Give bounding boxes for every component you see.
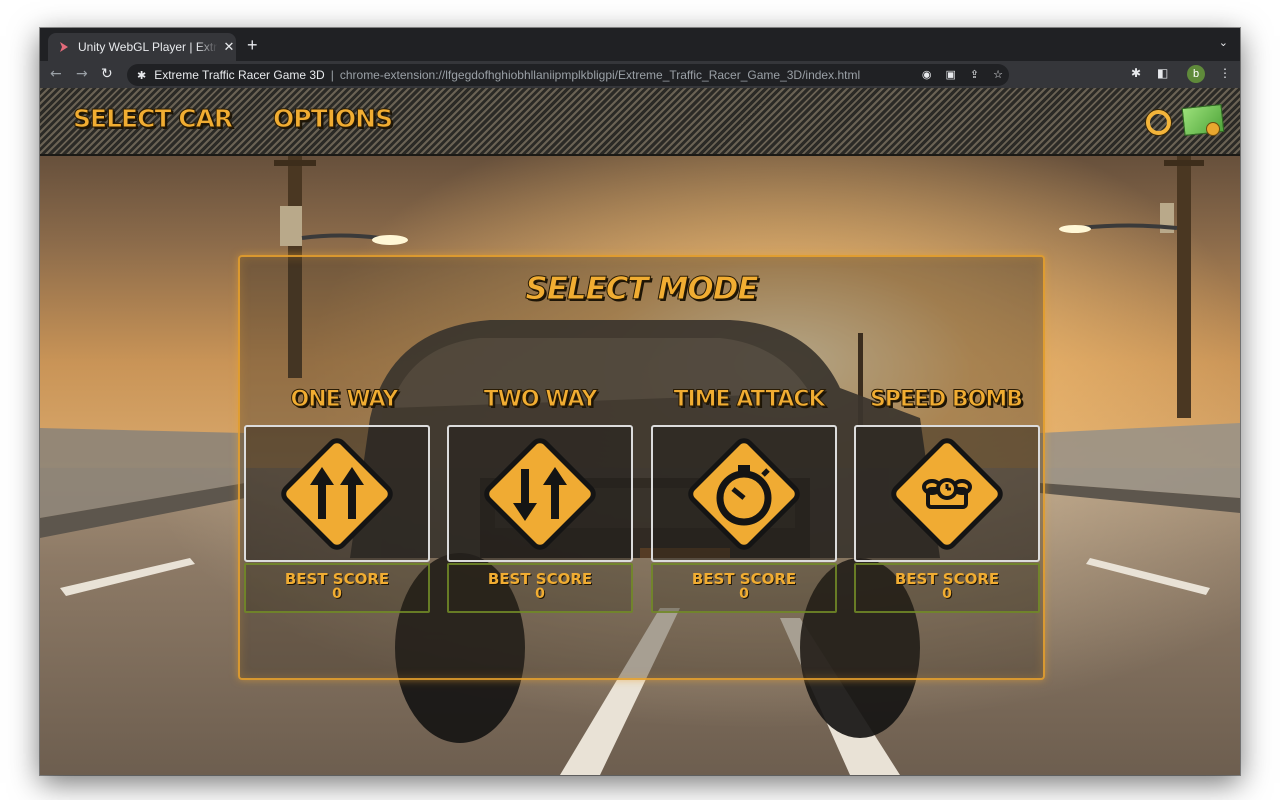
best-score-speed-bomb: BEST SCORE 0	[854, 563, 1040, 613]
camera-blocked-icon[interactable]: ◉	[922, 68, 932, 81]
best-score-value: 0	[535, 586, 545, 602]
best-score-two-way: BEST SCORE 0	[447, 563, 633, 613]
tab-search-chevron-icon[interactable]: ⌄	[1219, 36, 1228, 49]
mode-label-two-way: TWO WAY	[483, 387, 598, 413]
address-bar-actions: ◉ ▣ ⇪ ☆	[922, 68, 1003, 81]
profile-avatar[interactable]: b	[1187, 65, 1205, 83]
browser-toolbar: ← → ↻ ✱ Extreme Traffic Racer Game 3D | …	[40, 61, 1240, 88]
bookmark-star-icon[interactable]: ☆	[993, 68, 1003, 81]
mode-card-one-way[interactable]	[244, 425, 430, 562]
mode-card-two-way[interactable]	[447, 425, 633, 562]
share-icon[interactable]: ⇪	[970, 68, 979, 81]
forward-arrow-icon[interactable]: →	[76, 66, 88, 82]
best-score-time-attack: BEST SCORE 0	[651, 563, 837, 613]
tab-title: Unity WebGL Player | Extreme Traffic Rac…	[78, 40, 218, 54]
coin-icon	[1146, 110, 1171, 135]
best-score-one-way: BEST SCORE 0	[244, 563, 430, 613]
select-mode-panel: SELECT MODE ONE WAY TWO WAY TIME ATTACK …	[238, 255, 1045, 680]
two-way-arrows-icon	[484, 437, 596, 550]
tab-strip: Unity WebGL Player | Extreme Traffic Rac…	[40, 28, 1240, 61]
best-score-value: 0	[332, 586, 342, 602]
tab-close-icon[interactable]: ✕	[222, 40, 236, 55]
unity-favicon-icon	[58, 41, 70, 53]
best-score-value: 0	[942, 586, 952, 602]
stopwatch-icon	[688, 437, 800, 550]
game-canvas[interactable]: SELECT CAR OPTIONS SELECT MODE ONE WAY T…	[40, 88, 1240, 775]
url-separator: |	[330, 68, 334, 82]
mode-label-one-way: ONE WAY	[290, 387, 399, 413]
panel-title: SELECT MODE	[525, 271, 759, 308]
new-tab-button[interactable]: +	[247, 35, 258, 56]
best-score-value: 0	[739, 586, 749, 602]
extensions-puzzle-icon[interactable]: ✱	[1131, 66, 1141, 80]
guard-rail-left	[40, 428, 245, 538]
browser-window: Unity WebGL Player | Extreme Traffic Rac…	[40, 28, 1240, 775]
select-car-button[interactable]: SELECT CAR	[72, 104, 233, 134]
mode-label-speed-bomb: SPEED BOMB	[869, 387, 1023, 413]
address-bar[interactable]: ✱ Extreme Traffic Racer Game 3D | chrome…	[127, 64, 1009, 86]
site-name: Extreme Traffic Racer Game 3D	[154, 68, 325, 82]
options-button[interactable]: OPTIONS	[272, 104, 393, 134]
bomb-icon	[891, 437, 1003, 550]
mode-card-time-attack[interactable]	[651, 425, 837, 562]
guard-rail-right	[1040, 423, 1240, 513]
side-panel-icon[interactable]: ◧	[1157, 66, 1168, 80]
translate-icon[interactable]: ▣	[946, 68, 956, 81]
reload-icon[interactable]: ↻	[101, 66, 113, 82]
browser-tab[interactable]: Unity WebGL Player | Extreme Traffic Rac…	[48, 33, 236, 61]
extension-puzzle-icon: ✱	[137, 69, 147, 82]
url-text: chrome-extension://lfgegdofhghiobhllanii…	[339, 68, 861, 82]
one-way-arrows-icon	[281, 437, 393, 550]
mode-label-time-attack: TIME ATTACK	[673, 387, 826, 413]
menu-kebab-icon[interactable]: ⋮	[1219, 66, 1231, 80]
cash-coin-badge-icon	[1206, 122, 1220, 136]
back-arrow-icon[interactable]: ←	[50, 66, 62, 82]
mode-card-speed-bomb[interactable]	[854, 425, 1040, 562]
